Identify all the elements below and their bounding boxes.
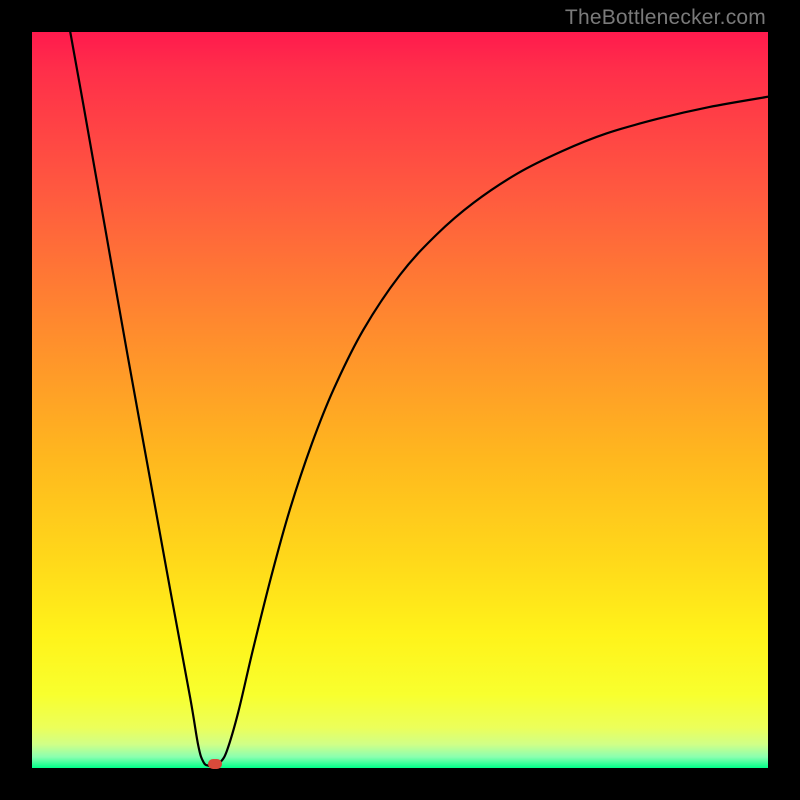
curve-svg xyxy=(32,32,768,768)
optimal-marker xyxy=(208,759,222,769)
bottleneck-curve xyxy=(70,32,768,766)
watermark-label: TheBottlenecker.com xyxy=(565,6,766,30)
chart-frame: TheBottlenecker.com xyxy=(0,0,800,800)
plot-area xyxy=(32,32,768,768)
